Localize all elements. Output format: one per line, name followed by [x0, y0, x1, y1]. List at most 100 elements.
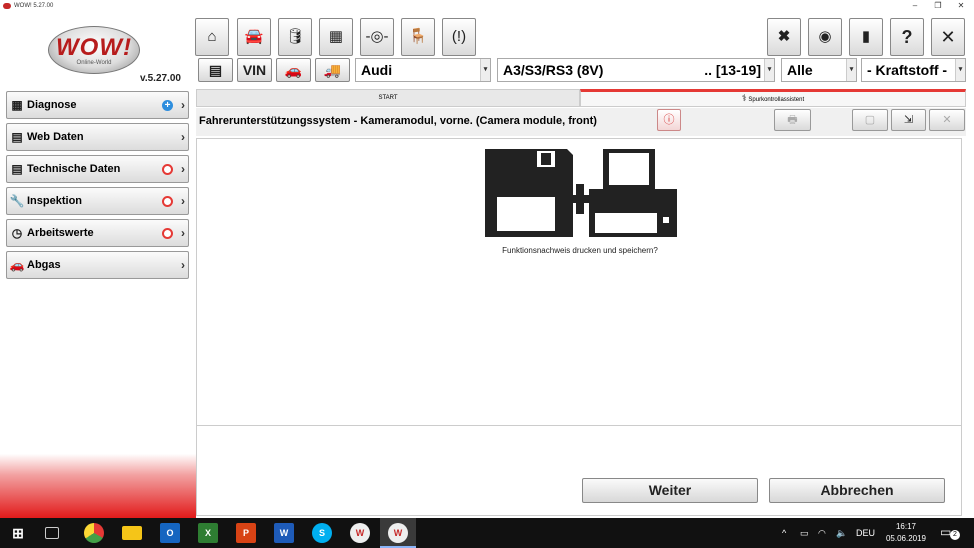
minimize-button[interactable]: – [905, 0, 925, 11]
vin-button[interactable]: VIN [237, 58, 272, 82]
years-value: .. [13-19] [704, 62, 761, 78]
chevron-down-icon[interactable]: ▾ [955, 59, 965, 81]
battery-icon: ▦ [328, 28, 344, 45]
filter-button[interactable]: ▤ [198, 58, 233, 82]
excel-icon[interactable]: X [198, 523, 218, 543]
nav-technische-daten-button[interactable]: ▤ Technische Daten › [6, 155, 189, 183]
system-clock[interactable]: 16:17 05.06.2019 [880, 521, 932, 545]
task-view-icon[interactable] [45, 527, 59, 539]
nav-inspektion-button[interactable]: 🔧 Inspektion › [6, 187, 189, 215]
seat-button[interactable]: 🪑 [401, 18, 435, 56]
floppy-disk-icon [485, 149, 573, 237]
save-button[interactable]: ▢ [852, 109, 888, 131]
start-icon[interactable]: ⊞ [8, 523, 28, 543]
volume-tray-icon[interactable]: 🔈 [836, 518, 847, 548]
close-icon: ✕ [942, 114, 952, 126]
truck-button[interactable]: 🚚 [315, 58, 350, 82]
wow-active-icon: W [388, 523, 408, 543]
chrome-icon[interactable] [84, 523, 104, 543]
model-value: A3/S3/RS3 (8V) [503, 62, 604, 78]
function-header: Fahrerunterstützungssystem - Kameramodul… [196, 108, 966, 136]
battery-button[interactable]: ▦ [319, 18, 353, 56]
battery-tray-icon[interactable]: ▭ [800, 518, 809, 548]
make-select[interactable]: Audi ▾ [355, 58, 491, 82]
connection-icon: ◉ [818, 28, 832, 45]
tab-start[interactable]: START [196, 89, 580, 107]
close-app-button[interactable]: ✕ [931, 18, 965, 56]
home-button[interactable]: ⌂ [195, 18, 229, 56]
web-data-icon: ▤ [11, 130, 23, 144]
make-value: Audi [361, 62, 393, 78]
cancel-button[interactable]: Abbrechen [769, 478, 945, 503]
tech-data-icon: ▤ [11, 162, 23, 176]
help-icon: ? [901, 27, 913, 47]
engine-select[interactable]: Alle ▾ [781, 58, 857, 82]
wrench-icon: 🔧 [9, 194, 25, 208]
print-button[interactable]: 🖶 [774, 109, 811, 131]
connection-button[interactable]: ◉ [808, 18, 842, 56]
tools-icon: ✖ [777, 28, 791, 45]
tab-label: Spurkontrollassistent [748, 97, 805, 103]
window-title: WOW! 5.27.00 [14, 3, 54, 9]
oil-service-button[interactable]: 🛢 [278, 18, 312, 56]
fuel-select[interactable]: - Kraftstoff - ▾ [861, 58, 966, 82]
chevron-down-icon[interactable]: ▾ [480, 59, 490, 81]
tab-bar: START ⚕ Spurkontrollassistent [196, 89, 966, 107]
nav-arbeitswerte-button[interactable]: ◷ Arbeitswerte › [6, 219, 189, 247]
nav-web-daten-button[interactable]: ▤ Web Daten › [6, 123, 189, 151]
outlook-icon[interactable]: O [160, 523, 180, 543]
nav-diagnose-button[interactable]: ▦ Diagnose + › [6, 91, 189, 119]
nav-label: Web Daten [27, 131, 84, 143]
explorer-icon[interactable] [122, 526, 142, 540]
chevron-right-icon: › [181, 258, 185, 272]
vehicle-diagnosis-button[interactable]: 🚘 [237, 18, 271, 56]
warning-octagon-icon [162, 164, 173, 175]
tpms-button[interactable]: (!) [442, 18, 476, 56]
filter-icon: ▤ [208, 62, 223, 78]
cancel-icon-button[interactable]: ✕ [929, 109, 965, 131]
wow-icon[interactable]: W [350, 523, 370, 543]
manual-button[interactable]: ▮ [849, 18, 883, 56]
save-icon: ▢ [864, 114, 876, 126]
seat-icon: 🪑 [408, 28, 428, 45]
clock-icon: ◷ [11, 226, 23, 240]
car-button[interactable]: 🚗 [276, 58, 311, 82]
notification-icon[interactable]: ▭ 2 [940, 525, 960, 541]
chevron-down-icon[interactable]: ▾ [764, 59, 774, 81]
powerpoint-icon[interactable]: P [236, 523, 256, 543]
plus-badge-icon: + [162, 100, 173, 111]
next-button[interactable]: Weiter [582, 478, 758, 503]
help-button[interactable]: ? [890, 18, 924, 56]
stethoscope-icon: ⚕ [741, 93, 747, 103]
sensor-icon: -◎- [365, 28, 389, 45]
sensor-button[interactable]: -◎- [360, 18, 394, 56]
wow-active-task[interactable]: W [380, 518, 416, 548]
print-save-prompt: Funktionsnachweis drucken und speichern? [502, 246, 658, 255]
expand-button[interactable]: ⇲ [891, 109, 926, 131]
tools-button[interactable]: ✖ [767, 18, 801, 56]
wifi-tray-icon[interactable]: ◠ [818, 518, 826, 548]
skype-icon[interactable]: S [312, 523, 332, 543]
model-select[interactable]: A3/S3/RS3 (8V) .. [13-19] ▾ [497, 58, 775, 82]
chevron-right-icon: › [181, 194, 185, 208]
clock-date: 05.06.2019 [885, 534, 927, 543]
chevron-down-icon[interactable]: ▾ [846, 59, 856, 81]
tray-chevron-icon[interactable]: ^ [782, 518, 786, 548]
tab-spurkontrollassistent[interactable]: ⚕ Spurkontrollassistent [580, 89, 966, 107]
wow-logo: WOW! Online-World [48, 26, 140, 74]
info-button[interactable]: ⓘ [657, 109, 681, 131]
function-title: Fahrerunterstützungssystem - Kameramodul… [199, 115, 597, 127]
car-icon: 🚗 [284, 62, 303, 78]
printer-icon [589, 149, 677, 237]
clock-time: 16:17 [895, 522, 917, 531]
nav-label: Abgas [27, 259, 61, 271]
nav-abgas-button[interactable]: 🚗 Abgas › [6, 251, 189, 279]
word-icon[interactable]: W [274, 523, 294, 543]
printer-icon: 🖶 [787, 114, 798, 126]
language-indicator[interactable]: DEU [856, 518, 875, 548]
chevron-right-icon: › [181, 98, 185, 112]
close-window-button[interactable]: ✕ [951, 0, 971, 11]
oil-can-icon: 🛢 [285, 28, 305, 45]
nav-label: Technische Daten [27, 163, 121, 175]
maximize-button[interactable]: ❐ [928, 0, 948, 11]
